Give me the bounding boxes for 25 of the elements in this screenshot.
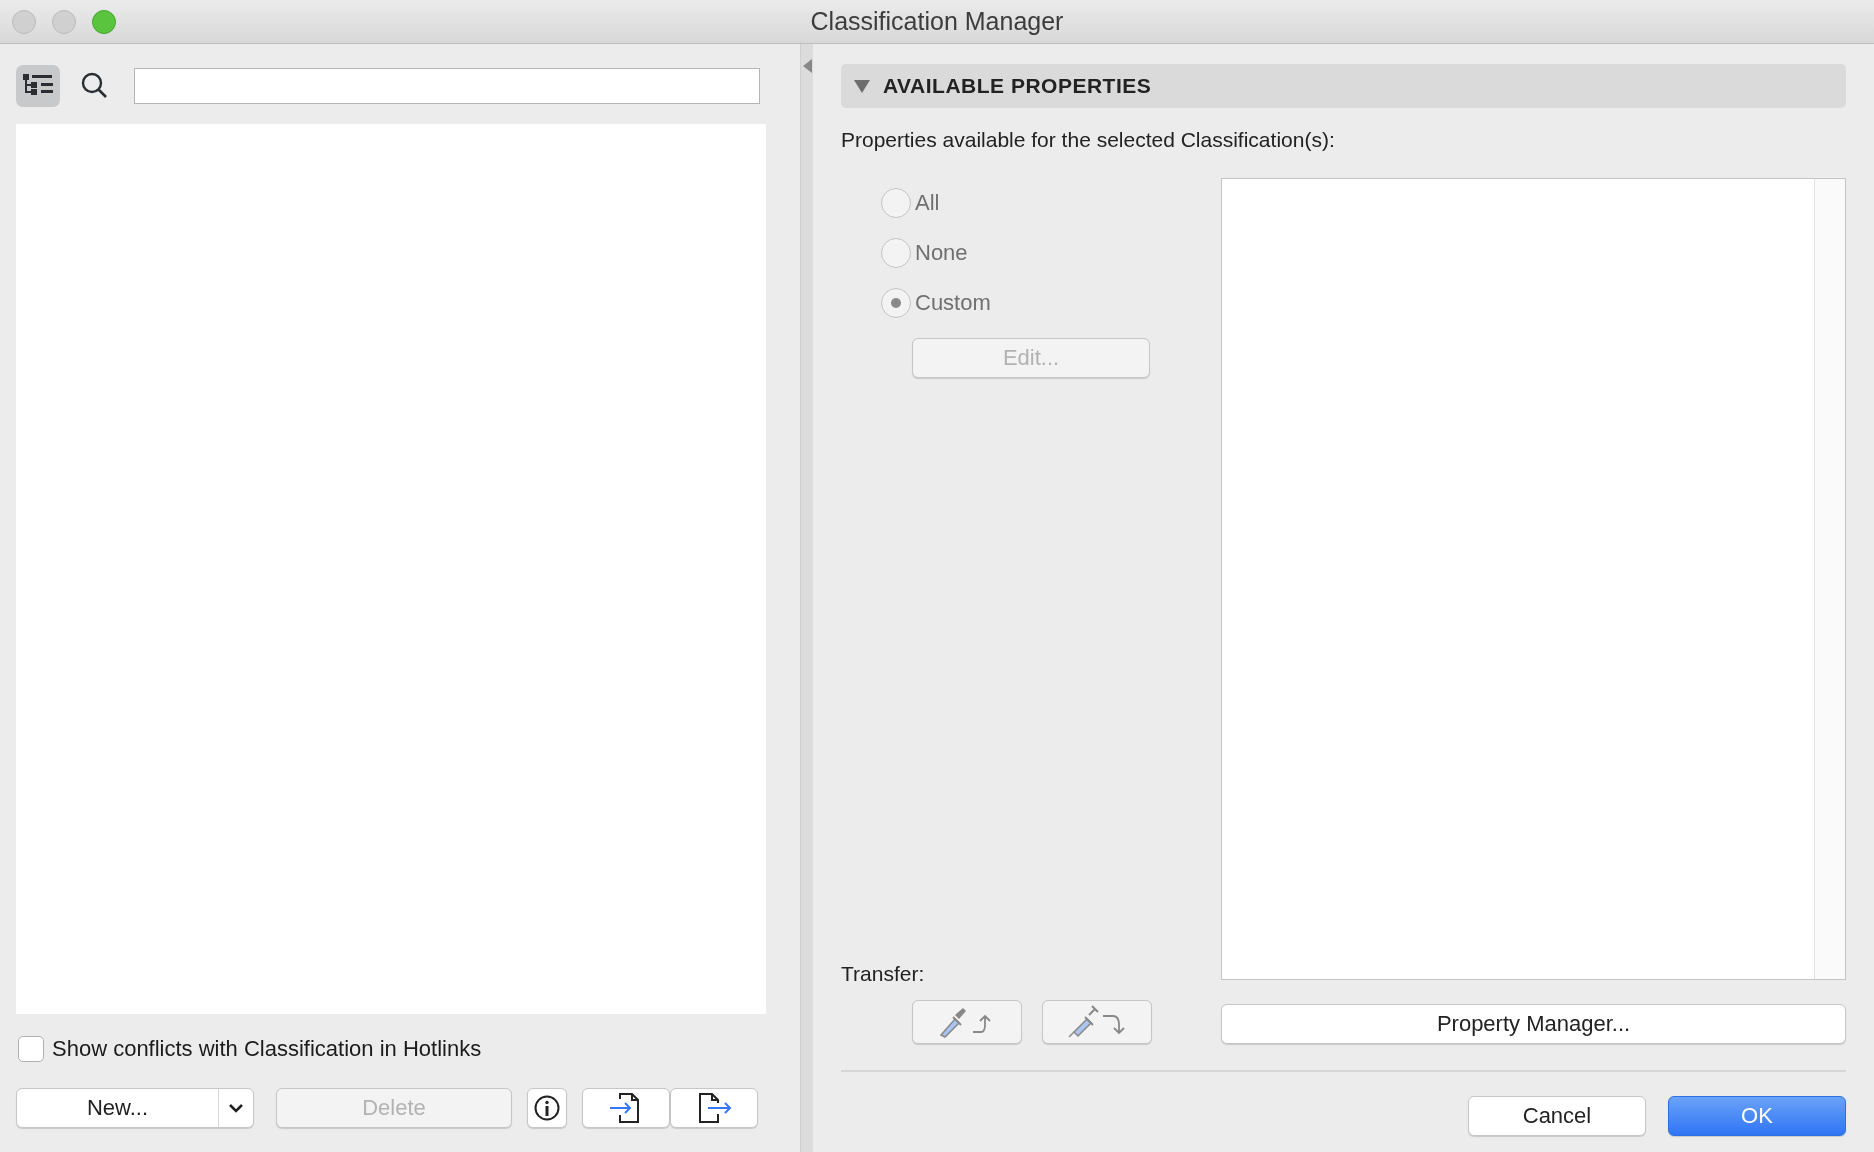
transfer-label: Transfer:: [841, 962, 926, 986]
import-button[interactable]: [582, 1088, 670, 1128]
caret-icon[interactable]: [228, 1103, 244, 1113]
cancel-button[interactable]: Cancel: [1468, 1096, 1646, 1136]
checkbox-label: Show conflicts with Classification in Hotlinks: [52, 1036, 482, 1062]
tree-view-button[interactable]: [16, 65, 60, 107]
radio-label: None: [915, 240, 968, 266]
property-manager-button[interactable]: Property Manager...: [1221, 1004, 1846, 1044]
info-icon: [533, 1094, 561, 1122]
export-button[interactable]: [670, 1088, 758, 1128]
search-field[interactable]: [134, 68, 760, 104]
description-text: Properties available for the selected Classification(s):: [841, 128, 1336, 152]
inject-button[interactable]: [1042, 1000, 1152, 1044]
section-title: AVAILABLE PROPERTIES: [883, 74, 1152, 98]
section-header[interactable]: AVAILABLE PROPERTIES: [841, 64, 1846, 108]
info-button[interactable]: [527, 1088, 567, 1128]
pick-up-button[interactable]: [912, 1000, 1022, 1044]
radio-label: All: [915, 190, 940, 216]
radio-label: Custom: [915, 290, 991, 316]
window-title: Classification Manager: [810, 7, 1064, 36]
checkbox[interactable]: [18, 1036, 44, 1062]
zoom-button[interactable]: [92, 9, 116, 34]
disclosure-triangle-icon[interactable]: [853, 78, 871, 94]
collapse-arrow-icon[interactable]: [802, 58, 812, 74]
new-button[interactable]: New...: [16, 1088, 254, 1128]
